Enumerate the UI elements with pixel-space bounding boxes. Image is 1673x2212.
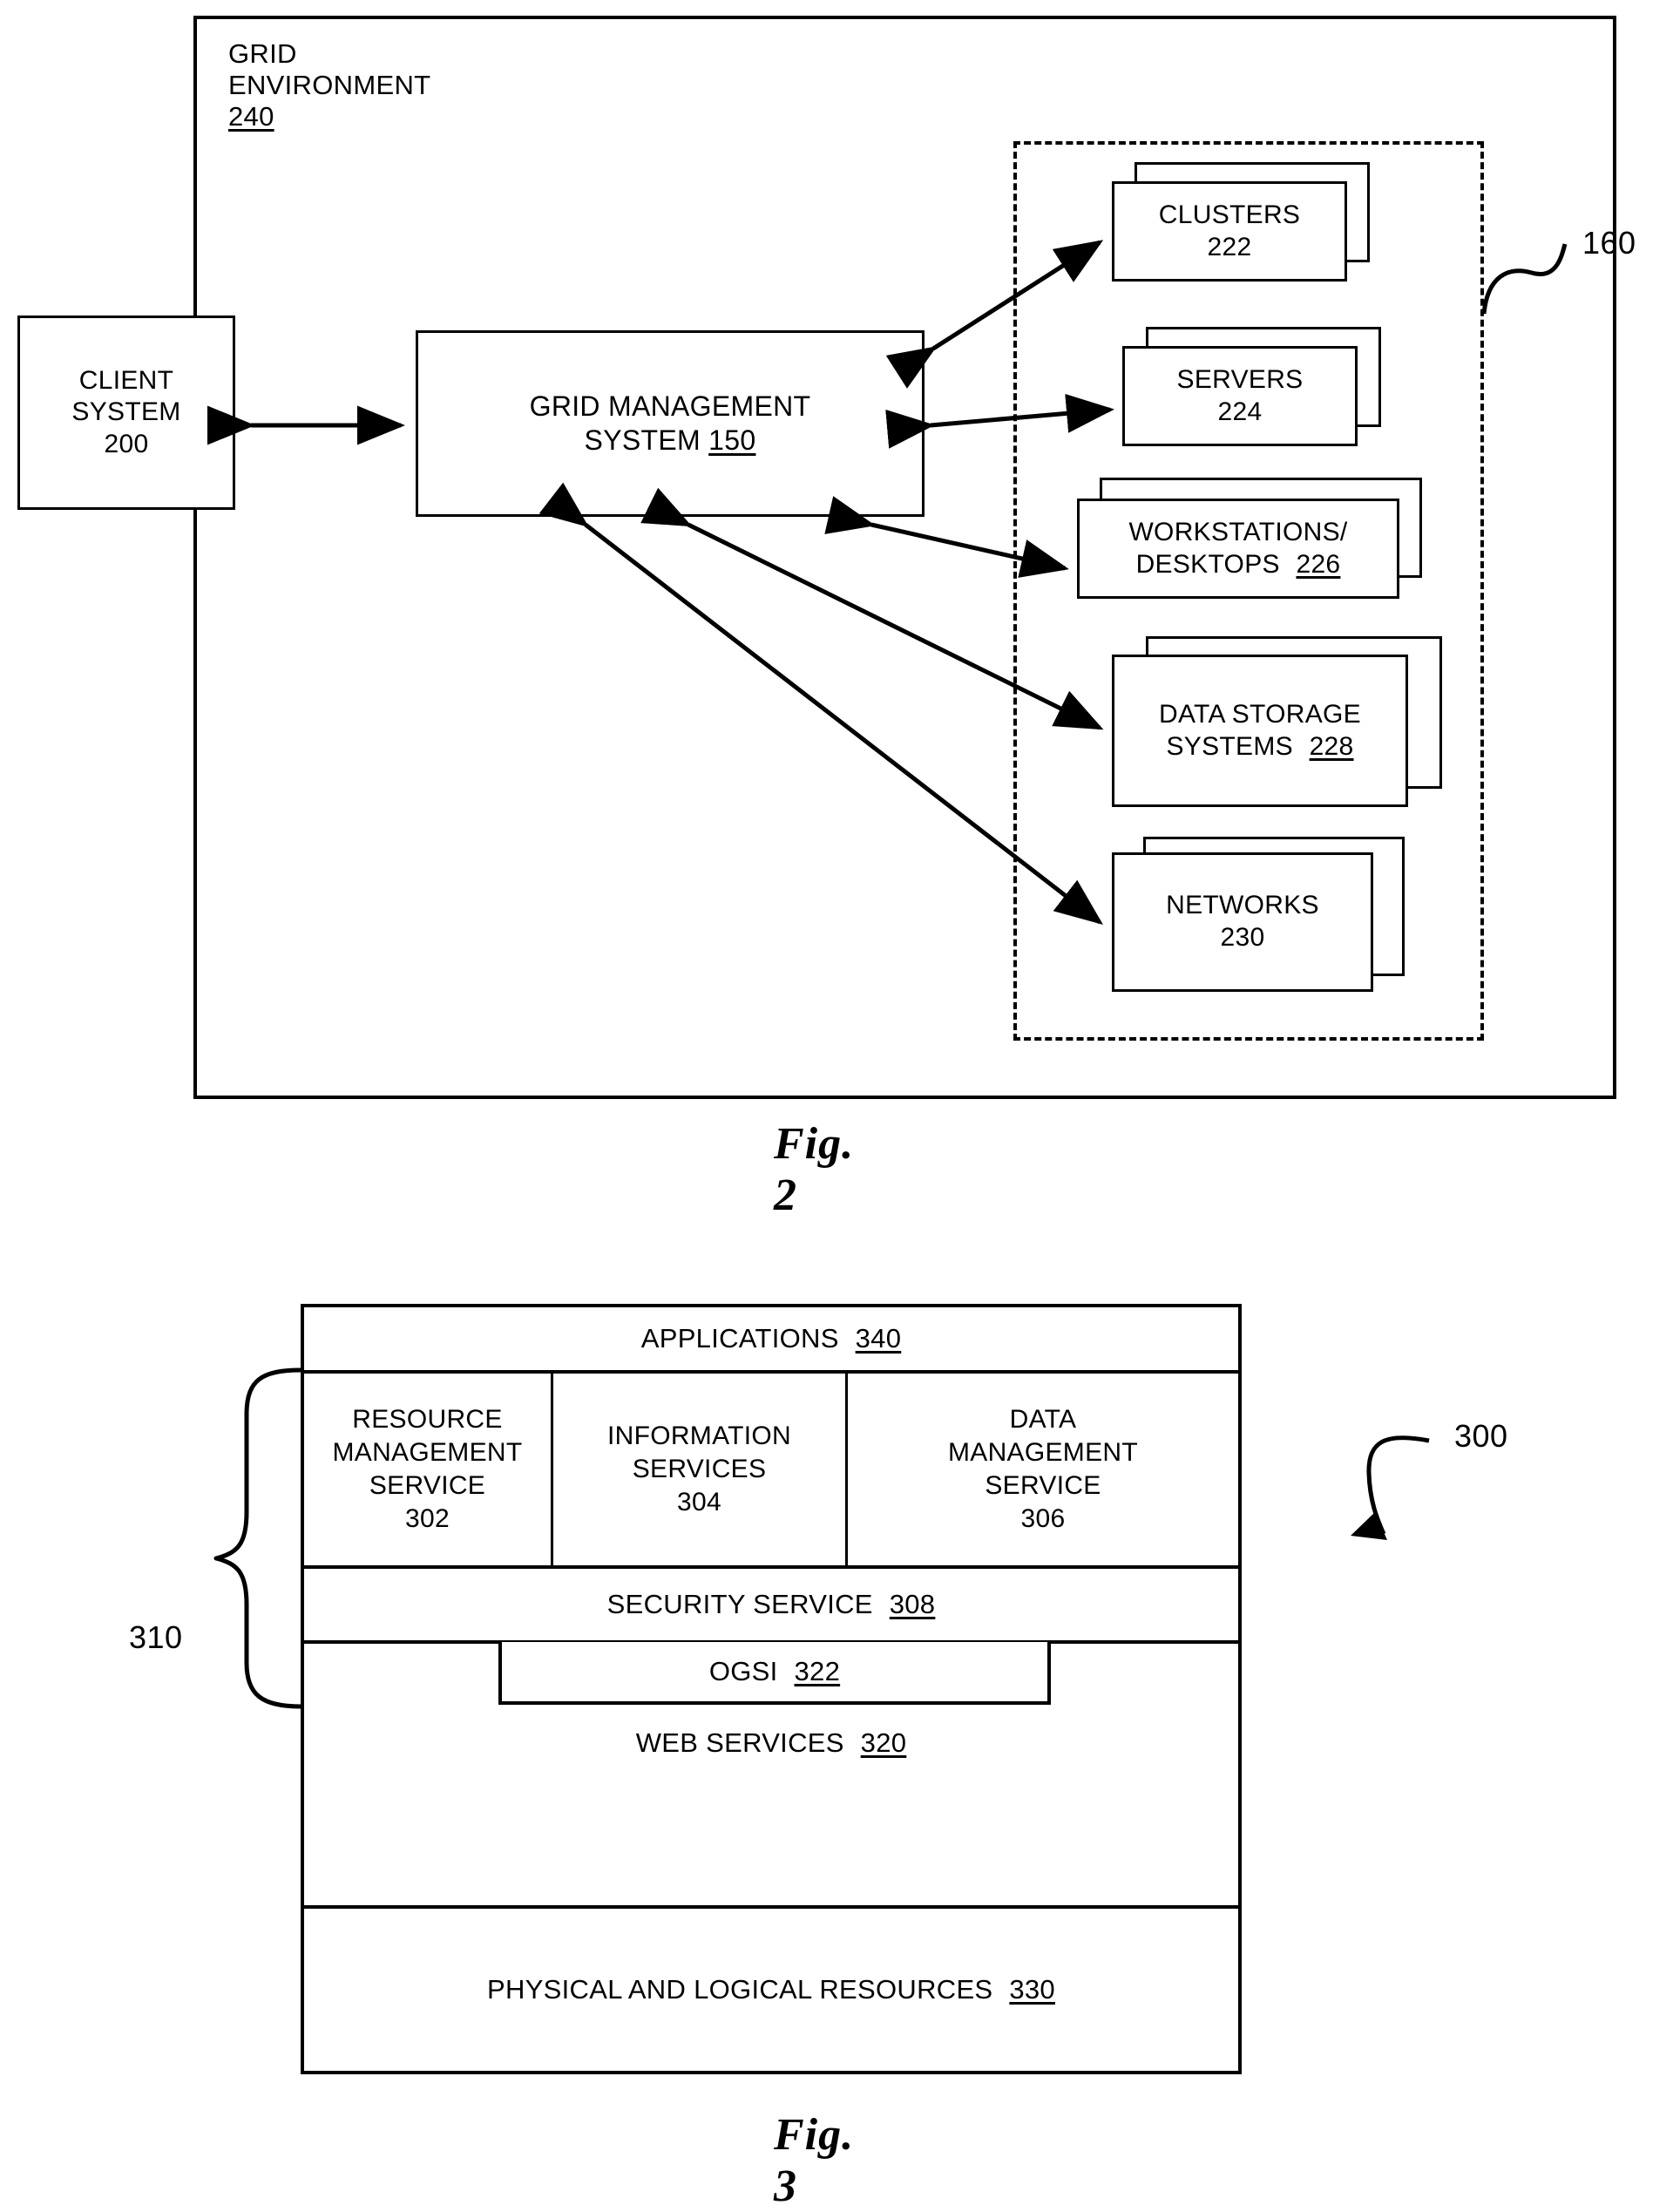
workstations-desktops-box[interactable]: WORKSTATIONS/ DESKTOPS 226 [1077, 499, 1399, 599]
resource-management-service-cell[interactable]: RESOURCE MANAGEMENT SERVICE 302 [304, 1374, 551, 1565]
services-group-brace [213, 1367, 303, 1709]
clusters-box[interactable]: CLUSTERS 222 [1112, 181, 1347, 282]
applications-ref: 340 [855, 1323, 902, 1354]
resources-group-ref-label: 160 [1582, 225, 1636, 261]
applications-row[interactable]: APPLICATIONS 340 [304, 1307, 1238, 1370]
data-management-service-cell[interactable]: DATA MANAGEMENT SERVICE 306 [848, 1374, 1238, 1565]
web-services-content: WEB SERVICES 320 [636, 1726, 907, 1760]
information-services-cell[interactable]: INFORMATION SERVICES 304 [553, 1374, 845, 1565]
architecture-stack-ref-label: 300 [1454, 1418, 1508, 1454]
data-management-service-ref: 306 [1020, 1503, 1066, 1533]
security-service-row[interactable]: SECURITY SERVICE 308 [304, 1569, 1238, 1640]
networks-box[interactable]: NETWORKS 230 [1112, 852, 1373, 992]
physical-logical-resources-label: PHYSICAL AND LOGICAL RESOURCES [487, 1974, 993, 2005]
figure-3-caption: Fig. 3 [774, 2110, 855, 2211]
data-storage-ref: 228 [1309, 731, 1354, 761]
security-service-label: SECURITY SERVICE [606, 1589, 873, 1620]
information-services-ref: 304 [677, 1487, 721, 1517]
web-services-ref: 320 [860, 1727, 907, 1758]
workstations-label-line1: WORKSTATIONS/ [1128, 517, 1348, 546]
workstations-label-line2-row: DESKTOPS 226 [1136, 549, 1341, 581]
data-management-service-line2: MANAGEMENT [947, 1438, 1138, 1468]
ogsi-content: OGSI 322 [709, 1656, 840, 1687]
grid-management-system-box[interactable]: GRID MANAGEMENT SYSTEM 150 [416, 330, 925, 517]
workstations-label-line2: DESKTOPS [1135, 549, 1280, 579]
resource-management-service-line1: RESOURCE [352, 1405, 503, 1435]
networks-label: NETWORKS [1166, 891, 1319, 920]
data-storage-systems-box[interactable]: DATA STORAGE SYSTEMS 228 [1112, 655, 1408, 807]
ogsi-ref: 322 [794, 1656, 841, 1686]
ogsi-label: OGSI [708, 1656, 778, 1686]
clusters-label: CLUSTERS [1158, 200, 1301, 229]
security-service-ref: 308 [889, 1589, 936, 1620]
web-services-label: WEB SERVICES [635, 1727, 844, 1758]
figure-2-caption: Fig. 2 [774, 1119, 855, 1220]
data-storage-label-line1: DATA STORAGE [1159, 699, 1361, 729]
physical-logical-resources-ref: 330 [1009, 1974, 1055, 2005]
servers-label: SERVERS [1176, 364, 1304, 394]
resource-management-service-ref: 302 [405, 1503, 450, 1533]
web-services-row[interactable]: WEB SERVICES 320 [304, 1705, 1238, 1855]
client-system-line2: SYSTEM [71, 397, 181, 427]
applications-label: APPLICATIONS [640, 1323, 839, 1354]
grid-management-system-line2: SYSTEM [584, 424, 701, 456]
grid-management-system-ref: 150 [708, 424, 756, 456]
physical-logical-resources-row[interactable]: PHYSICAL AND LOGICAL RESOURCES 330 [304, 1909, 1238, 2071]
information-services-line2: SERVICES [632, 1455, 767, 1484]
physical-logical-resources-content: PHYSICAL AND LOGICAL RESOURCES 330 [487, 1972, 1055, 2006]
client-system-ref: 200 [104, 429, 149, 458]
architecture-stack-leader-arrow [1351, 1435, 1430, 1540]
grid-environment-label: GRID ENVIRONMENT 240 [228, 38, 430, 132]
security-service-row-content: SECURITY SERVICE 308 [607, 1587, 936, 1621]
servers-box[interactable]: SERVERS 224 [1122, 346, 1358, 446]
client-system-line1: CLIENT [78, 365, 174, 395]
client-system-box[interactable]: CLIENT SYSTEM 200 [17, 316, 235, 510]
clusters-ref: 222 [1207, 232, 1252, 261]
grid-management-system-line2-row: SYSTEM 150 [585, 424, 756, 458]
workstations-ref: 226 [1296, 549, 1341, 579]
resource-management-service-line2: MANAGEMENT [332, 1438, 523, 1468]
data-management-service-line3: SERVICE [985, 1471, 1101, 1500]
data-management-service-line1: DATA [1009, 1405, 1077, 1435]
ogsi-box[interactable]: OGSI 322 [498, 1642, 1051, 1705]
grid-environment-label-ref: 240 [228, 101, 274, 132]
information-services-line1: INFORMATION [606, 1422, 792, 1451]
grid-management-system-line1: GRID MANAGEMENT [529, 390, 811, 422]
services-brace-ref-label: 310 [129, 1619, 183, 1655]
grid-environment-label-text: GRID ENVIRONMENT [228, 38, 430, 100]
networks-ref: 230 [1220, 923, 1265, 952]
servers-ref: 224 [1217, 397, 1263, 426]
data-storage-label-line2: SYSTEMS [1166, 731, 1293, 761]
applications-row-content: APPLICATIONS 340 [641, 1321, 902, 1355]
resource-management-service-line3: SERVICE [369, 1471, 486, 1500]
data-storage-label-line2-row: SYSTEMS 228 [1166, 731, 1353, 763]
